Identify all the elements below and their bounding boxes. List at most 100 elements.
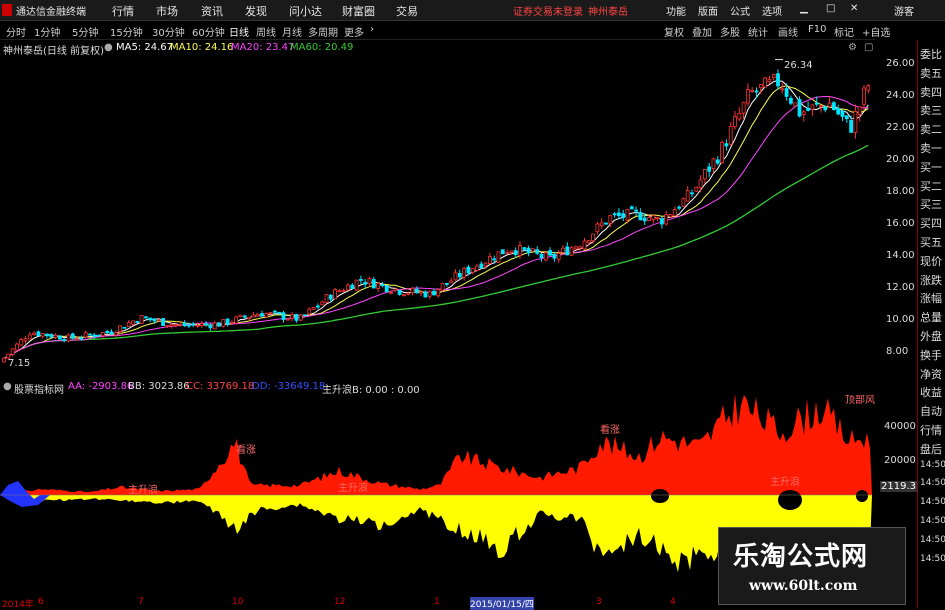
period-tab-60min[interactable]: 60分钟 <box>192 24 225 39</box>
candle-body <box>152 318 157 322</box>
ma60-label: MA60: 20.49 <box>290 42 354 53</box>
chevron-right-icon[interactable]: › <box>370 24 374 35</box>
login-notice[interactable]: 证券交易未登录 <box>513 3 583 18</box>
guest-label[interactable]: 游客 <box>894 3 914 18</box>
app-title: 通达信金融终端 <box>16 7 86 18</box>
candle-body <box>509 250 514 253</box>
menu-trade[interactable]: 交易 <box>396 3 418 19</box>
tool-multi-stock[interactable]: 多股 <box>720 24 740 39</box>
candle-body <box>70 333 75 339</box>
candle-body <box>131 320 135 325</box>
candle-body <box>436 289 441 297</box>
label-watch: 看涨 <box>236 443 256 456</box>
period-tab-monthly[interactable]: 月线 <box>282 24 302 39</box>
maximize-icon[interactable]: □ <box>826 3 835 14</box>
tool-mark[interactable]: 标记 <box>834 24 854 39</box>
tool-f10[interactable]: F10 <box>808 24 826 35</box>
candle-body <box>832 102 836 111</box>
candle-body <box>608 215 613 224</box>
menu-ask[interactable]: 问小达 <box>289 3 322 19</box>
candle-body <box>453 272 458 281</box>
candle-body <box>797 99 802 117</box>
candle-body <box>264 313 269 318</box>
candlestick-chart[interactable] <box>0 55 880 380</box>
candle-body <box>225 318 230 325</box>
tool-statistics[interactable]: 统计 <box>748 24 768 39</box>
period-tab-more[interactable]: 更多 <box>344 24 364 39</box>
menu-discover[interactable]: 发现 <box>245 3 267 19</box>
tool-overlay[interactable]: 叠加 <box>692 24 712 39</box>
candle-body <box>247 316 252 320</box>
candle-body <box>229 321 234 324</box>
date-tick: 4 <box>670 597 676 607</box>
candle-body <box>23 338 28 342</box>
period-tab-1min[interactable]: 1分钟 <box>34 24 60 39</box>
candle-body <box>118 325 122 332</box>
menu-function[interactable]: 功能 <box>666 3 686 18</box>
candle-body <box>703 169 707 180</box>
menu-quotes[interactable]: 行情 <box>112 3 134 19</box>
indicator-bubble <box>856 490 868 502</box>
candle-body <box>255 313 260 317</box>
settings-dot-icon[interactable]: ● <box>104 42 113 53</box>
gear-icon[interactable]: ⚙ <box>848 42 857 53</box>
tool-draw-line[interactable]: 画线 <box>778 24 798 39</box>
candle-body <box>535 249 540 254</box>
candle-body <box>814 102 819 105</box>
period-tab-15min[interactable]: 15分钟 <box>110 24 143 39</box>
candle-body <box>148 317 153 321</box>
candle-body <box>672 209 677 217</box>
period-tab-30min[interactable]: 30分钟 <box>152 24 185 39</box>
candle-body <box>389 291 393 294</box>
candle-body <box>582 240 587 250</box>
candle-body <box>14 343 19 351</box>
candle-body <box>92 334 97 337</box>
quote-panel-label: 涨跌 <box>920 273 942 287</box>
menu-wealth[interactable]: 财富圈 <box>342 3 375 19</box>
candle-body <box>109 331 114 335</box>
menu-layout[interactable]: 版面 <box>698 3 718 18</box>
close-icon[interactable]: ✕ <box>850 3 858 14</box>
period-tab-multi[interactable]: 多周期 <box>308 24 338 39</box>
candle-body <box>621 213 626 218</box>
label-main-wave: 主升浪 <box>128 483 158 496</box>
candle-body <box>45 333 49 337</box>
minimize-icon[interactable]: ▁ <box>800 3 808 14</box>
candle-body <box>40 333 45 337</box>
price-tick: 10.00 <box>886 314 915 325</box>
candle-body <box>479 263 484 269</box>
candle-body <box>113 332 118 336</box>
date-tick: 6 <box>38 597 44 607</box>
tool-restore-rights[interactable]: 复权 <box>664 24 684 39</box>
stock-name-tab[interactable]: 神州泰岳 <box>588 3 628 18</box>
date-cursor-label: 2015/01/15/四 <box>470 597 534 610</box>
candle-body <box>574 246 578 250</box>
tool-add-watchlist[interactable]: +自选 <box>862 24 890 39</box>
candle-body <box>53 334 58 338</box>
candle-body <box>294 313 299 321</box>
candle-body <box>720 141 724 164</box>
menu-news[interactable]: 资讯 <box>201 3 223 19</box>
candle-body <box>707 166 712 172</box>
candle-body <box>217 322 221 327</box>
app-logo-icon <box>2 4 12 16</box>
period-tab-daily[interactable]: 日线 <box>229 24 249 39</box>
candle-body <box>801 111 806 115</box>
menu-options[interactable]: 选项 <box>762 3 782 18</box>
candle-body <box>406 292 411 295</box>
candle-body <box>277 311 282 314</box>
candle-body <box>371 279 376 289</box>
menu-formula[interactable]: 公式 <box>730 3 750 18</box>
close-panel-icon[interactable]: ▢ <box>864 42 873 53</box>
menu-market[interactable]: 市场 <box>156 3 178 19</box>
settings-dot-icon[interactable]: ● <box>3 381 12 392</box>
quote-panel-label: 换手 <box>920 348 942 362</box>
candle-body <box>470 268 475 273</box>
candle-body <box>638 212 643 221</box>
period-tab-weekly[interactable]: 周线 <box>256 24 276 39</box>
candle-body <box>462 267 467 278</box>
candle-body <box>466 266 471 274</box>
period-tab-5min[interactable]: 5分钟 <box>72 24 98 39</box>
period-tab-timeshare[interactable]: 分时 <box>6 24 26 39</box>
quote-panel-label: 买一 <box>920 160 942 174</box>
